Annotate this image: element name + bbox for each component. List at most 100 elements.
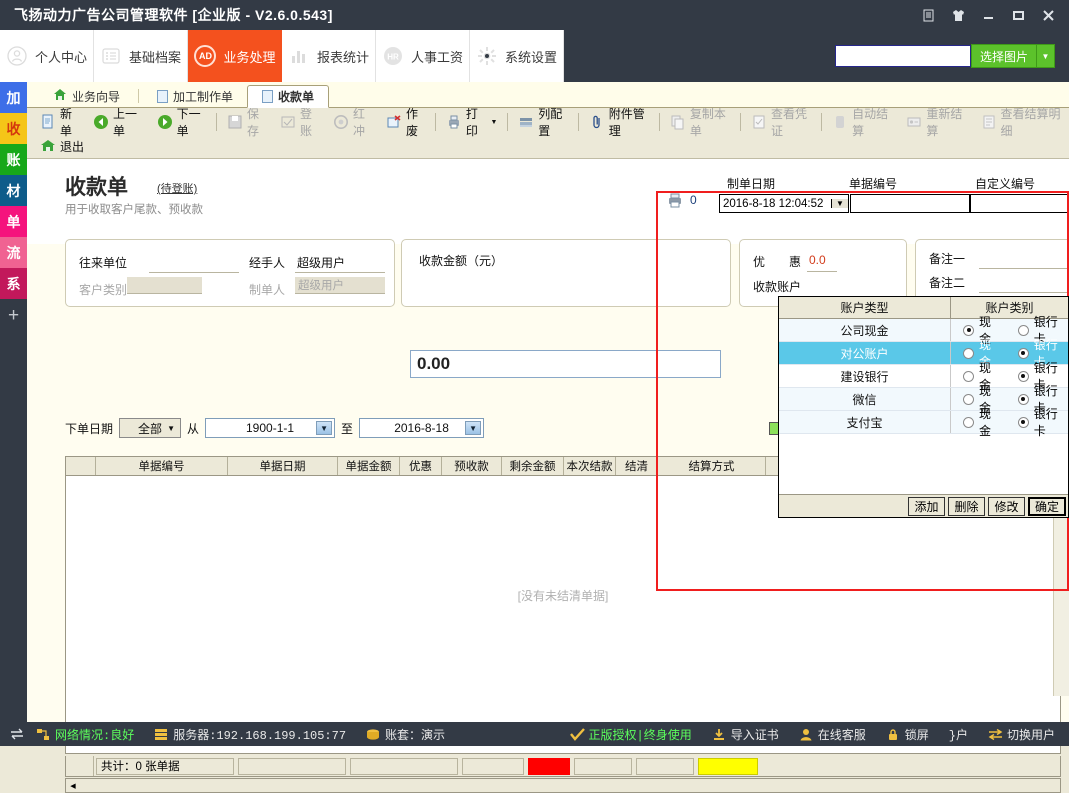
radio-card-icon[interactable] (1018, 417, 1029, 428)
radio-card-icon[interactable] (1018, 348, 1029, 359)
confirm-button[interactable]: 确定 (1028, 497, 1066, 516)
post-account-button[interactable]: 登账 (273, 112, 326, 133)
close-icon[interactable] (1033, 0, 1063, 30)
search-input[interactable] (835, 45, 971, 67)
account-kind-cash-option[interactable]: 现金 (963, 405, 1002, 439)
grid-col-doc-no[interactable]: 单据编号 (96, 457, 228, 475)
prev-order-button[interactable]: 上一单 (86, 112, 150, 133)
rail-add-button[interactable]: + (0, 299, 27, 333)
date-from-input[interactable]: 1900-1-1 ▼ (205, 418, 335, 438)
radio-card-icon[interactable] (1018, 371, 1029, 382)
new-order-button[interactable]: 新单 (33, 112, 86, 133)
exit-button[interactable]: 退出 (33, 136, 91, 157)
party-underline[interactable] (149, 272, 239, 273)
grid-col-doc-date[interactable]: 单据日期 (228, 457, 338, 475)
import-cert-button[interactable]: 导入证书 (702, 726, 789, 743)
rail-item-xi[interactable]: 系 (0, 268, 27, 299)
pick-image-button[interactable]: 选择图片 (971, 44, 1037, 68)
tab-processing-order[interactable]: 加工制作单 (143, 85, 247, 107)
radio-cash-icon[interactable] (963, 325, 974, 336)
attachment-button[interactable]: 附件管理 (582, 112, 656, 133)
account-book-status[interactable]: 账套：演示 (356, 726, 455, 743)
column-config-button[interactable]: 列配置 (511, 112, 575, 133)
chevron-down-icon[interactable]: ▼ (1037, 44, 1055, 68)
network-status[interactable]: 网络情况:良好 (26, 726, 144, 743)
nav-item-basic-archive[interactable]: 基础档案 (94, 30, 188, 82)
online-support-button[interactable]: 在线客服 (789, 726, 876, 743)
rail-item-shou[interactable]: 收 (0, 113, 27, 144)
radio-cash-icon[interactable] (963, 348, 974, 359)
server-icon (154, 728, 168, 741)
skin-icon[interactable] (943, 0, 973, 30)
nav-item-reports[interactable]: 报表统计 (282, 30, 376, 82)
grid-col-doc-amount[interactable]: 单据金额 (338, 457, 400, 475)
nav-item-settings[interactable]: 系统设置 (470, 30, 564, 82)
auto-settle-button[interactable]: 自动结算 (825, 112, 899, 133)
radio-card-icon[interactable] (1018, 394, 1029, 405)
maximize-icon[interactable] (1003, 0, 1033, 30)
settle-detail-button[interactable]: 查看结算明细 (974, 112, 1069, 133)
radio-cash-icon[interactable] (963, 371, 974, 382)
grid-col-remaining[interactable]: 剩余金额 (502, 457, 564, 475)
lock-screen-button[interactable]: 锁屏 (876, 726, 939, 743)
edit-account-button[interactable]: 修改 (988, 497, 1025, 516)
rail-item-cai[interactable]: 材 (0, 175, 27, 206)
print-button[interactable]: 打 印 ▼ (439, 112, 505, 133)
chevron-down-icon[interactable]: ▼ (831, 199, 848, 208)
doc-no-field[interactable] (850, 194, 970, 213)
grid-col-this-payment[interactable]: 本次结款 (564, 457, 616, 475)
nav-item-personal[interactable]: 个人中心 (0, 30, 94, 82)
nav-item-hr[interactable]: HR 人事工资 (376, 30, 470, 82)
make-date-field[interactable]: 2016-8-18 12:04:52 ▼ (719, 194, 849, 213)
grid-col-settled[interactable]: 结清 (616, 457, 658, 475)
server-status[interactable]: 服务器:192.168.199.105:77 (144, 726, 356, 743)
grid-col-discount[interactable]: 优惠 (400, 457, 442, 475)
rail-item-liu[interactable]: 流 (0, 237, 27, 268)
grid-col-prepaid[interactable]: 预收款 (442, 457, 502, 475)
calendar-dropdown-icon[interactable]: ▼ (316, 421, 332, 435)
tab-receipt-order[interactable]: 收款单 (247, 85, 329, 108)
rail-item-dan[interactable]: 单 (0, 206, 27, 237)
switch-user-button[interactable]: 切换用户 (978, 726, 1065, 743)
radio-card-icon[interactable] (1018, 325, 1029, 336)
rail-item-jia[interactable]: 加 (0, 82, 27, 113)
custom-no-field[interactable] (970, 194, 1069, 213)
scroll-left-icon[interactable]: ◀ (66, 779, 80, 792)
partial-user-label[interactable]: }户 (939, 726, 978, 743)
maker-field[interactable]: 超级用户 (295, 277, 385, 294)
amount-input[interactable]: 0.00 (410, 350, 721, 378)
account-kind-card-option[interactable]: 银行卡 (1018, 405, 1068, 439)
nav-item-business[interactable]: AD 业务处理 (188, 30, 282, 82)
account-row[interactable]: 支付宝 现金 银行卡 (779, 411, 1068, 434)
radio-cash-icon[interactable] (963, 394, 974, 405)
license-status[interactable]: 正版授权|终身使用 (560, 726, 702, 743)
reverse-button[interactable]: 红冲 (326, 112, 379, 133)
delete-account-button[interactable]: 删除 (948, 497, 985, 516)
category-field[interactable] (127, 277, 202, 294)
document-tabs: 业务向导 加工制作单 收款单 (27, 82, 1069, 108)
tab-business-wizard[interactable]: 业务向导 (39, 85, 134, 107)
void-button[interactable]: 作废 (379, 112, 432, 133)
horizontal-scrollbar[interactable]: ◀ (65, 778, 1061, 793)
grid-col-settle-method[interactable]: 结算方式 (658, 457, 766, 475)
calendar-dropdown-icon[interactable]: ▼ (465, 421, 481, 435)
remark1-underline[interactable] (979, 268, 1069, 269)
sync-icon[interactable] (0, 728, 26, 740)
copy-order-button[interactable]: 复制本单 (663, 112, 737, 133)
add-account-button[interactable]: 添加 (908, 497, 945, 516)
next-order-button[interactable]: 下一单 (150, 112, 214, 133)
remark2-underline[interactable] (979, 292, 1069, 293)
discount-underline[interactable] (807, 271, 837, 272)
save-button[interactable]: 保存 (220, 112, 273, 133)
minimize-icon[interactable] (973, 0, 1003, 30)
notes-icon[interactable] (913, 0, 943, 30)
amount-label: 收款金额（元） (419, 252, 503, 269)
grid-col-select[interactable] (66, 457, 96, 475)
rail-item-zhang[interactable]: 账 (0, 144, 27, 175)
radio-cash-icon[interactable] (963, 417, 974, 428)
scope-select[interactable]: 全部 ▼ (119, 418, 181, 438)
date-to-input[interactable]: 2016-8-18 ▼ (359, 418, 484, 438)
view-voucher-button[interactable]: 查看凭证 (744, 112, 818, 133)
resettle-button[interactable]: 重新结算 (899, 112, 973, 133)
handler-underline[interactable] (295, 272, 385, 273)
